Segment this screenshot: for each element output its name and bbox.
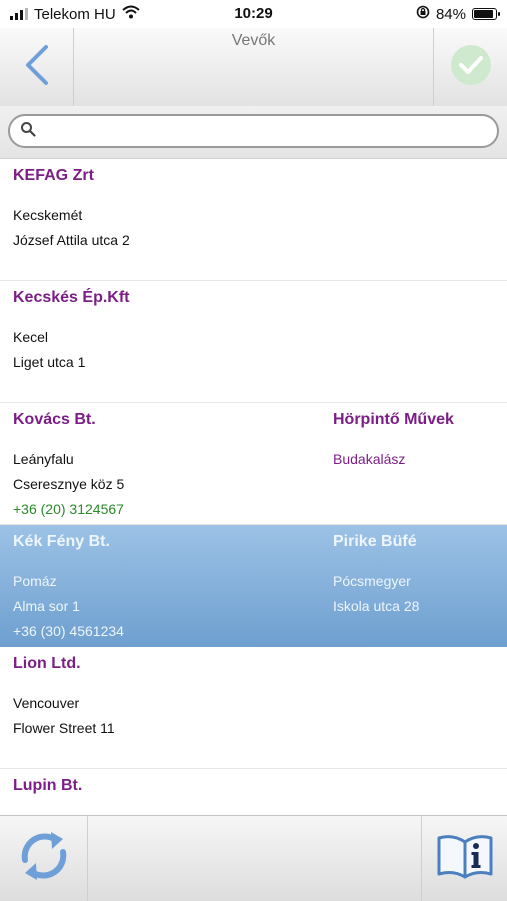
customer-address: Cseresznye köz 5 (13, 476, 125, 492)
customer-address: Alma sor 1 (13, 598, 80, 614)
customer-address: Liget utca 1 (13, 354, 86, 370)
search-input[interactable] (42, 121, 497, 141)
search-icon (20, 121, 36, 142)
customer-city: Kecskemét (13, 207, 83, 223)
list-item[interactable]: Lupin Bt. (0, 769, 507, 815)
orientation-lock-icon (416, 5, 430, 23)
customer-city: Pomáz (13, 573, 57, 589)
back-button[interactable] (0, 28, 74, 106)
customer-phone: +36 (20) 3124567 (13, 501, 124, 517)
customer-address: József Attila utca 2 (13, 232, 130, 248)
customer-phone: +36 (30) 4561234 (13, 623, 124, 639)
customer-city: Vencouver (13, 695, 80, 711)
customer-name: Lion Ltd. (13, 655, 81, 672)
page-title: Vevők (231, 32, 276, 49)
list-item[interactable]: KEFAG Zrt Kecskemét József Attila utca 2 (0, 159, 507, 281)
customer-name: Kecskés Ép.Kft (13, 289, 130, 306)
list-item-selected[interactable]: Kék Fény Bt. Pomáz Alma sor 1 +36 (30) 4… (0, 525, 507, 647)
customer-name: Hörpintő Művek (333, 411, 454, 428)
refresh-button[interactable] (0, 816, 88, 901)
top-toolbar: Vevők (0, 28, 507, 107)
customer-city: Pócsmegyer (333, 573, 411, 589)
customer-name: KEFAG Zrt (13, 167, 94, 184)
search-bar (0, 106, 507, 159)
search-field[interactable] (8, 114, 499, 148)
customer-city: Kecel (13, 329, 49, 345)
customer-city: Budakalász (333, 451, 406, 467)
list-item[interactable]: Kecskés Ép.Kft Kecel Liget utca 1 (0, 281, 507, 403)
customer-name: Pirike Büfé (333, 533, 417, 550)
customer-list: KEFAG Zrt Kecskemét József Attila utca 2… (0, 159, 507, 815)
battery-percent: 84% (435, 5, 466, 23)
list-item[interactable]: Lion Ltd. Vencouver Flower Street 11 (0, 647, 507, 769)
customer-address: Flower Street 11 (13, 720, 115, 736)
list-item[interactable]: Kovács Bt. Leányfalu Cseresznye köz 5 +3… (0, 403, 507, 525)
refresh-icon (15, 827, 73, 890)
status-bar: Telekom HU 10:29 84% (0, 0, 507, 28)
bottom-toolbar (0, 815, 507, 901)
customer-name: Lupin Bt. (13, 777, 83, 794)
info-book-icon (435, 830, 495, 887)
customer-city: Leányfalu (13, 451, 74, 467)
chevron-left-icon (23, 43, 51, 92)
checkmark-icon (449, 43, 493, 92)
confirm-button[interactable] (433, 28, 507, 106)
battery-icon (472, 8, 500, 20)
customer-address: Iskola utca 28 (333, 598, 420, 614)
customer-name: Kék Fény Bt. (13, 533, 110, 550)
customer-name: Kovács Bt. (13, 411, 96, 428)
info-button[interactable] (421, 816, 507, 901)
